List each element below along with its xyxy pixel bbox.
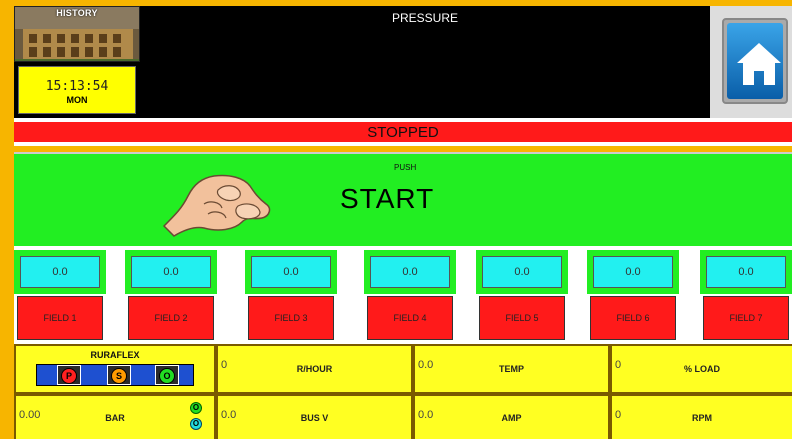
field-button[interactable]: FIELD 1: [17, 296, 103, 340]
amp-label: AMP: [501, 413, 522, 423]
bar-label: BAR: [105, 413, 125, 423]
pointing-hand-icon: [162, 174, 271, 237]
field-5: 0.0 FIELD 5: [476, 250, 568, 344]
temp-cell: 0.0 TEMP: [415, 346, 608, 392]
title-panel: PRESSURE: [140, 6, 710, 118]
field-value: 0.0: [593, 256, 673, 288]
clock-day: MON: [66, 95, 88, 105]
history-label: HISTORY: [56, 8, 98, 18]
field-value: 0.0: [370, 256, 450, 288]
field-value-frame: 0.0: [125, 250, 217, 294]
rhour-cell: 0 R/HOUR: [218, 346, 411, 392]
field-value-frame: 0.0: [476, 250, 568, 294]
field-1: 0.0 FIELD 1: [14, 250, 106, 344]
start-button[interactable]: PUSH START: [14, 152, 792, 246]
history-button[interactable]: HISTORY: [14, 6, 140, 62]
clock-display: 15:13:54 MON: [18, 66, 136, 114]
status-indicator-cyan: O: [190, 418, 202, 430]
temp-label: TEMP: [498, 364, 524, 374]
ruraflex-p-button[interactable]: P: [61, 368, 77, 384]
field-button[interactable]: FIELD 2: [128, 296, 214, 340]
field-value-frame: 0.0: [700, 250, 792, 294]
home-icon: [737, 43, 781, 85]
busv-label: BUS V: [300, 413, 329, 423]
ruraflex-o-button[interactable]: O: [159, 368, 175, 384]
field-value: 0.0: [482, 256, 562, 288]
rpm-cell: 0 RPM: [612, 396, 792, 439]
load-label: % LOAD: [684, 364, 720, 374]
field-button[interactable]: FIELD 4: [367, 296, 453, 340]
ruraflex-s-button[interactable]: S: [111, 368, 127, 384]
field-4: 0.0 FIELD 4: [364, 250, 456, 344]
ruraflex-title: RURAFLEX: [90, 350, 140, 360]
field-value: 0.0: [706, 256, 786, 288]
field-value: 0.0: [20, 256, 100, 288]
status-text: STOPPED: [367, 123, 439, 141]
field-6: 0.0 FIELD 6: [587, 250, 679, 344]
field-button[interactable]: FIELD 3: [248, 296, 334, 340]
field-value-frame: 0.0: [14, 250, 106, 294]
field-value: 0.0: [251, 256, 331, 288]
amp-cell: 0.0 AMP: [415, 396, 608, 439]
rpm-label: RPM: [692, 413, 712, 423]
field-3: 0.0 FIELD 3: [245, 250, 337, 344]
status-bar: STOPPED: [14, 118, 792, 146]
home-area: [710, 6, 792, 118]
field-2: 0.0 FIELD 2: [125, 250, 217, 344]
status-indicator-green: O: [190, 402, 202, 414]
field-value-frame: 0.0: [364, 250, 456, 294]
field-button[interactable]: FIELD 5: [479, 296, 565, 340]
clock-time: 15:13:54: [45, 79, 109, 94]
push-hint: PUSH: [394, 163, 417, 172]
clock-panel: 15:13:54 MON: [14, 62, 140, 118]
field-button[interactable]: FIELD 7: [703, 296, 789, 340]
busv-cell: 0.0 BUS V: [218, 396, 411, 439]
field-value: 0.0: [131, 256, 211, 288]
field-value-frame: 0.0: [245, 250, 337, 294]
load-cell: 0 % LOAD: [612, 346, 792, 392]
rhour-label: R/HOUR: [296, 364, 333, 374]
page-title: PRESSURE: [391, 11, 459, 25]
field-7: 0.0 FIELD 7: [700, 250, 792, 344]
home-button[interactable]: [722, 18, 788, 104]
field-value-frame: 0.0: [587, 250, 679, 294]
field-button[interactable]: FIELD 6: [590, 296, 676, 340]
ruraflex-controls: P S O: [36, 364, 194, 386]
bar-cell: 0.00 BAR O O: [16, 396, 214, 439]
start-label: START: [340, 183, 435, 214]
ruraflex-panel: RURAFLEX P S O: [16, 346, 214, 392]
